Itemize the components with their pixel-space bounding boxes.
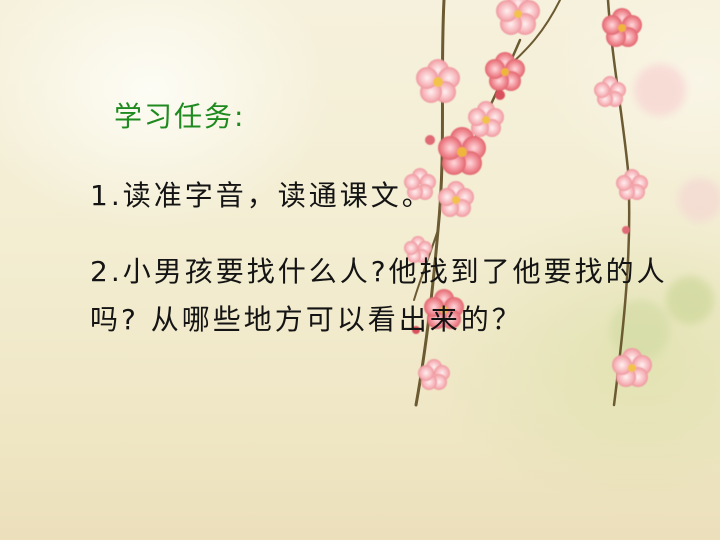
slide-title: 学习任务: bbox=[114, 100, 246, 133]
slide: 学习任务: 1.读准字音，读通课文。 2.小男孩要找什么人?他找到了他要找的人吗… bbox=[0, 0, 720, 540]
task-item-1: 1.读准字音，读通课文。 bbox=[90, 179, 433, 212]
task-item-2: 2.小男孩要找什么人?他找到了他要找的人吗? 从哪些地方可以看出来的？ bbox=[90, 255, 668, 336]
